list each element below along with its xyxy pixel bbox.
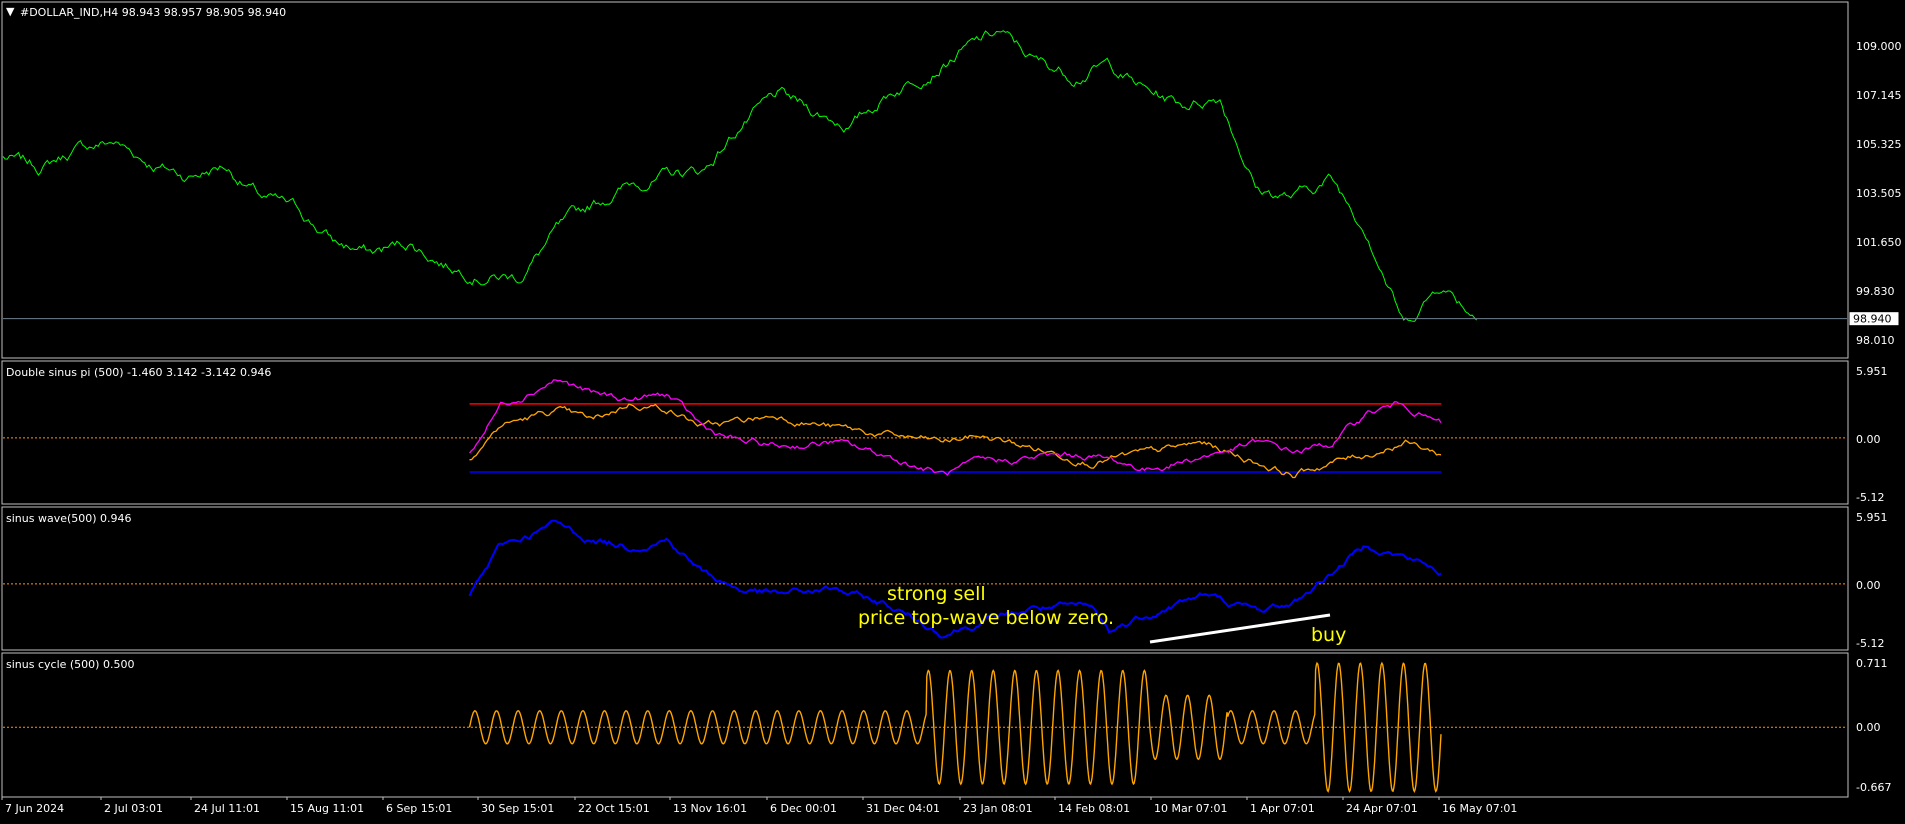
main-y-tick: 98.010	[1856, 334, 1895, 347]
panel-3-y-tick: 0.711	[1856, 657, 1888, 670]
collapse-arrow-icon[interactable]: ▼	[6, 5, 15, 18]
panel-1-y-tick: -5.12	[1856, 491, 1884, 504]
panel-2-y-tick: 5.951	[1856, 511, 1888, 524]
time-tick-label: 24 Apr 07:01	[1346, 802, 1418, 815]
panel-3-y-tick: 0.00	[1856, 721, 1881, 734]
chart-root: 109.000 107.145 105.325 103.505 101.650 99.83…	[0, 0, 1905, 820]
main-panel-header: #DOLLAR_IND,H4 98.943 98.957 98.905 98.9…	[20, 6, 286, 19]
panel-1-y-tick: 0.00	[1856, 433, 1881, 446]
double-sinus-label: Double sinus pi (500) -1.460 3.142 -3.14…	[6, 366, 271, 379]
time-tick-label: 24 Jul 11:01	[194, 802, 260, 815]
sinus-cycle-label: sinus cycle (500) 0.500	[6, 658, 134, 671]
time-tick-label: 15 Aug 11:01	[290, 802, 364, 815]
sinus-wave-label: sinus wave(500) 0.946	[6, 512, 132, 525]
time-tick-label: 13 Nov 16:01	[673, 802, 747, 815]
time-tick-label: 23 Jan 08:01	[963, 802, 1033, 815]
time-tick-label: 7 Jun 2024	[5, 802, 64, 815]
time-tick-label: 30 Sep 15:01	[481, 802, 554, 815]
current-price-tag: 98.940	[1853, 313, 1892, 326]
main-y-tick: 103.505	[1856, 187, 1902, 200]
time-tick-label: 16 May 07:01	[1442, 802, 1517, 815]
trading-chart[interactable]: 109.000 107.145 105.325 103.505 101.650 99.83…	[0, 0, 1905, 820]
time-tick-label: 10 Mar 07:01	[1154, 802, 1227, 815]
panel-2-y-tick: 0.00	[1856, 579, 1881, 592]
panel-3-y-tick: -0.667	[1856, 781, 1891, 794]
time-tick-label: 31 Dec 04:01	[866, 802, 940, 815]
panel-2-y-tick: -5.12	[1856, 637, 1884, 650]
annotation-strong-sell[interactable]: strong sell	[887, 583, 986, 605]
main-y-tick: 109.000	[1856, 40, 1902, 53]
time-tick-label: 14 Feb 08:01	[1058, 802, 1130, 815]
main-y-tick: 107.145	[1856, 89, 1902, 102]
main-y-tick: 101.650	[1856, 236, 1902, 249]
annotation-buy[interactable]: buy	[1311, 624, 1346, 646]
main-y-tick: 105.325	[1856, 138, 1902, 151]
time-tick-label: 6 Dec 00:01	[770, 802, 837, 815]
time-tick-label: 22 Oct 15:01	[578, 802, 650, 815]
time-tick-label: 2 Jul 03:01	[104, 802, 163, 815]
panel-1-y-tick: 5.951	[1856, 365, 1888, 378]
time-tick-label: 1 Apr 07:01	[1250, 802, 1315, 815]
main-y-tick: 99.830	[1856, 285, 1895, 298]
annotation-price-top-wave[interactable]: price top-wave below zero.	[858, 607, 1114, 629]
chart-background	[0, 0, 1905, 820]
time-tick-label: 6 Sep 15:01	[386, 802, 452, 815]
